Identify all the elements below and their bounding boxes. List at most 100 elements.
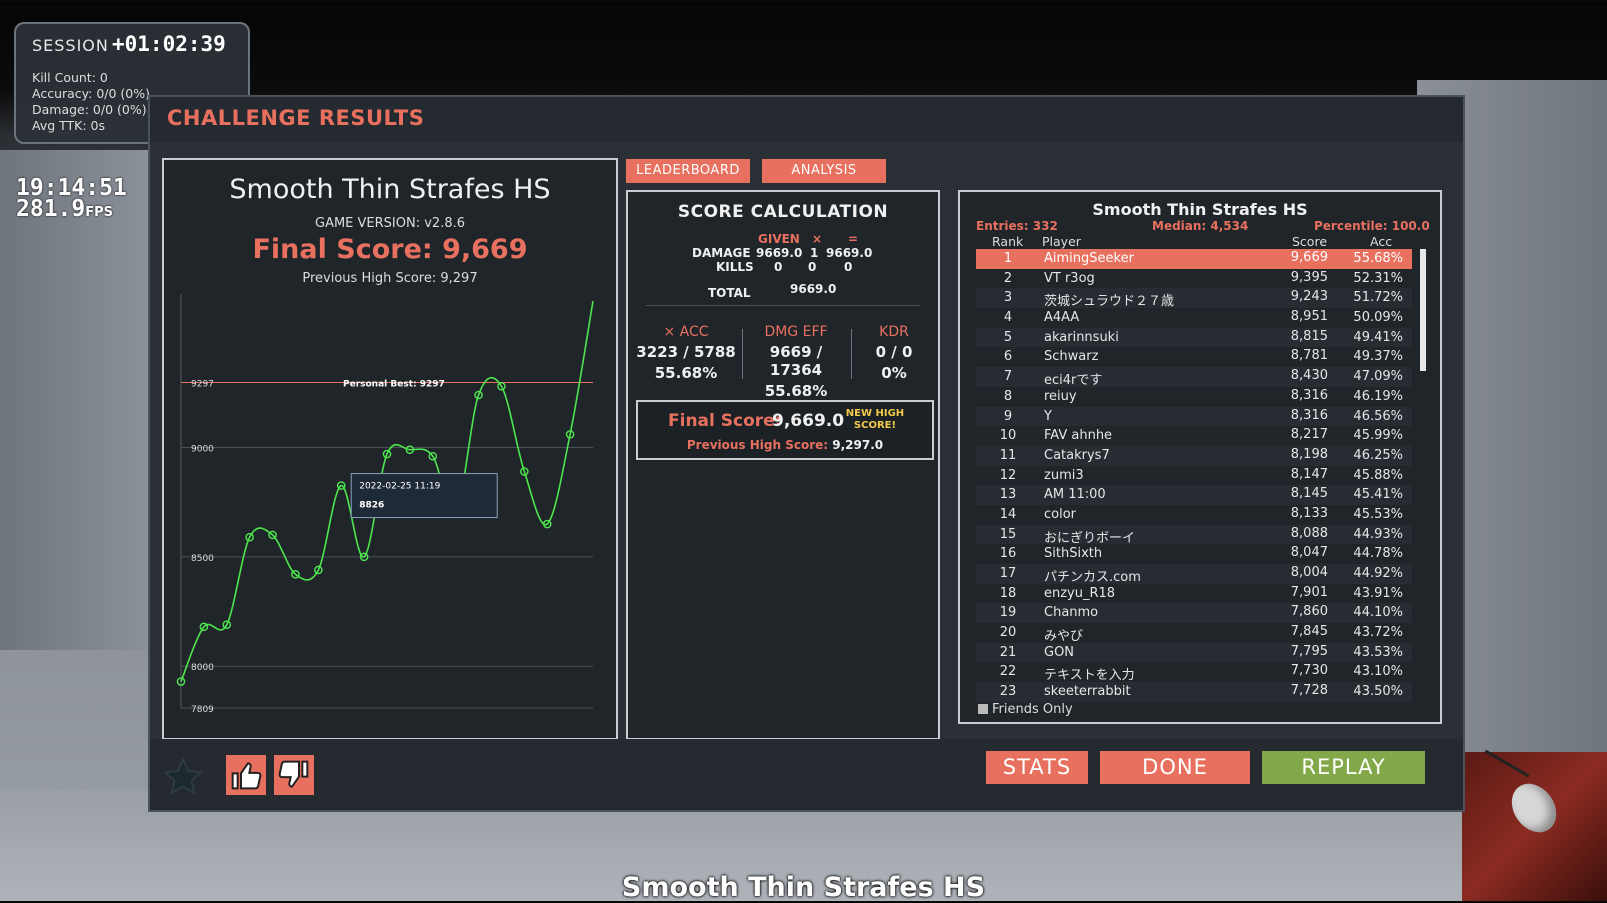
leaderboard-player: akarinnsuki (1044, 329, 1119, 345)
leaderboard-row[interactable]: 1 AimingSeeker 9,669 55.68% (976, 249, 1412, 269)
leaderboard-row[interactable]: 10 FAV ahnhe 8,217 45.99% (976, 426, 1412, 446)
leaderboard-row[interactable]: 9 Y 8,316 46.56% (976, 406, 1412, 427)
done-button[interactable]: DONE (1100, 751, 1250, 784)
calc-damage-mult: 1 (810, 246, 819, 260)
final-score-label: Final Score: (668, 411, 782, 431)
replay-button[interactable]: REPLAY (1262, 751, 1425, 784)
leaderboard-acc: 45.41% (1353, 487, 1403, 503)
favorite-star-icon[interactable] (162, 756, 204, 798)
leaderboard-acc: 43.53% (1353, 644, 1403, 660)
leaderboard-row[interactable]: 17 パチンカス.com 8,004 44.92% (976, 564, 1412, 585)
calc-divider (646, 305, 920, 306)
tooltip-date: 2022-02-25 11:19 (359, 482, 440, 492)
leaderboard-rank: 17 (999, 566, 1017, 581)
summary-panel: Smooth Thin Strafes HS GAME VERSION: v2.… (162, 158, 618, 740)
col-player[interactable]: Player (1042, 234, 1081, 249)
leaderboard-score: 9,669 (1290, 250, 1328, 265)
leaderboard-acc: 46.19% (1353, 388, 1403, 404)
thumbs-up-button[interactable] (226, 755, 266, 795)
personal-best-label: Personal Best: 9297 (343, 380, 445, 390)
leaderboard-score: 7,901 (1290, 584, 1328, 600)
col-rank[interactable]: Rank (992, 234, 1023, 249)
leaderboard-player: SithSixth (1044, 546, 1103, 562)
leaderboard-rank: 9 (1003, 408, 1013, 424)
leaderboard-score: 8,815 (1290, 328, 1328, 344)
dialog-footer: STATS DONE REPLAY (150, 739, 1463, 810)
tab-analysis[interactable]: ANALYSIS (762, 159, 886, 183)
leaderboard-row[interactable]: 3 茨城シュラウド２７歳 9,243 51.72% (976, 288, 1412, 309)
stat-dmg-eff-pct: 55.68% (764, 382, 828, 400)
leaderboard-acc: 43.91% (1353, 585, 1403, 601)
leaderboard-scrollbar[interactable] (1420, 249, 1426, 371)
leaderboard-row[interactable]: 22 テキストを入力 7,730 43.10% (976, 662, 1412, 683)
leaderboard-rank: 16 (999, 546, 1017, 562)
leaderboard-row[interactable]: 6 Schwarz 8,781 49.37% (976, 347, 1412, 367)
leaderboard-row[interactable]: 4 A4AA 8,951 50.09% (976, 308, 1412, 328)
leaderboard-acc: 47.09% (1353, 369, 1403, 385)
mouse-cable (1484, 749, 1530, 778)
calc-col-given: GIVEN (758, 232, 800, 246)
leaderboard-row[interactable]: 8 reiuy 8,316 46.19% (976, 387, 1412, 407)
leaderboard-player: FAV ahnhe (1044, 428, 1113, 444)
calc-kills-given: 0 (774, 260, 783, 274)
leaderboard-row[interactable]: 15 おにぎりボーイ 8,088 44.93% (976, 524, 1412, 546)
score-history-chart[interactable]: 7809 8000 8500 9000 9297 Personal Best: 9297 2… (169, 290, 605, 720)
friends-only-checkbox[interactable] (978, 704, 988, 714)
leaderboard-player: Chanmo (1044, 605, 1099, 621)
leaderboard-median: Median: 4,534 (1152, 219, 1249, 233)
session-damage: Damage: 0/0 (0%) (32, 102, 147, 117)
leaderboard-row[interactable]: 19 Chanmo 7,860 44.10% (976, 603, 1412, 624)
scenario-caption: Smooth Thin Strafes HS (621, 872, 986, 903)
leaderboard-rows: 1 AimingSeeker 9,669 55.68% 2 VT r3og 9,395 52.… (976, 249, 1412, 702)
stat-accuracy-value: 3223 / 5788 (636, 343, 736, 361)
leaderboard-row[interactable]: 23 skeeterrabbit 7,728 43.50% (976, 682, 1412, 702)
leaderboard-score: 8,047 (1290, 545, 1328, 561)
leaderboard-player: color (1044, 506, 1077, 522)
leaderboard-row[interactable]: 13 AM 11:00 8,145 45.41% (976, 485, 1412, 505)
col-score[interactable]: Score (1292, 234, 1327, 249)
previous-high-row: Previous High Score: 9,297.0 (638, 438, 932, 452)
leaderboard-entries: Entries: 332 (976, 219, 1058, 233)
stat-kdr-value: 0 / 0 (875, 343, 913, 361)
calc-kills-mult: 0 (808, 260, 817, 274)
previous-high-value: 9,297.0 (832, 438, 884, 452)
leaderboard-score: 8,133 (1290, 505, 1328, 521)
leaderboard-row[interactable]: 2 VT r3og 9,395 52.31% (976, 269, 1412, 289)
leaderboard-acc: 50.09% (1353, 310, 1403, 326)
thumbs-down-button[interactable] (274, 755, 314, 795)
fps-value: 281.9 (16, 196, 86, 222)
leaderboard-rank: 22 (999, 664, 1017, 680)
leaderboard-player: おにぎりボーイ (1044, 530, 1136, 546)
leaderboard-player: A4AA (1044, 310, 1080, 326)
leaderboard-player: enzyu_R18 (1044, 585, 1116, 601)
fps-readout: 281.9FPS (16, 196, 127, 223)
leaderboard-row[interactable]: 12 zumi3 8,147 45.88% (976, 466, 1412, 486)
tab-leaderboard[interactable]: LEADERBOARD (626, 159, 750, 183)
leaderboard-row[interactable]: 20 みやび 7,845 43.72% (976, 623, 1412, 644)
thumbs-up-icon (231, 762, 262, 790)
leaderboard-row[interactable]: 11 Catakrys7 8,198 46.25% (976, 445, 1412, 466)
col-acc[interactable]: Acc (1370, 234, 1392, 249)
stats-button[interactable]: STATS (986, 751, 1088, 784)
leaderboard-row[interactable]: 14 color 8,133 45.53% (976, 505, 1412, 525)
leaderboard-row[interactable]: 21 GON 7,795 43.53% (976, 642, 1412, 663)
friends-only-toggle[interactable]: Friends Only (978, 702, 1073, 717)
leaderboard-acc: 44.92% (1353, 566, 1403, 581)
session-label: SESSION (32, 36, 109, 55)
leaderboard-rank: 1 (1003, 251, 1013, 266)
session-time: +01:02:39 (112, 32, 226, 56)
dialog-title: CHALLENGE RESULTS (167, 106, 425, 130)
leaderboard-row[interactable]: 16 SithSixth 8,047 44.78% (976, 544, 1412, 564)
stat-dmg-eff-value: 9669 / 17364 (769, 343, 823, 379)
leaderboard-player: VT r3og (1044, 270, 1095, 286)
previous-high-score: Previous High Score: 9,297 (302, 271, 478, 286)
calc-col-mult: × (812, 232, 823, 246)
leaderboard-row[interactable]: 5 akarinnsuki 8,815 49.41% (976, 327, 1412, 348)
stat-kdr-label: KDR (879, 324, 909, 340)
leaderboard-score: 7,860 (1290, 604, 1328, 620)
leaderboard-row[interactable]: 18 enzyu_R18 7,901 43.91% (976, 584, 1412, 604)
leaderboard-player: eci4rです (1044, 373, 1103, 389)
final-score-value: 9,669.0 (772, 411, 845, 431)
leaderboard-percentile: Percentile: 100.0 (1314, 219, 1430, 233)
leaderboard-row[interactable]: 7 eci4rです 8,430 47.09% (976, 367, 1412, 389)
